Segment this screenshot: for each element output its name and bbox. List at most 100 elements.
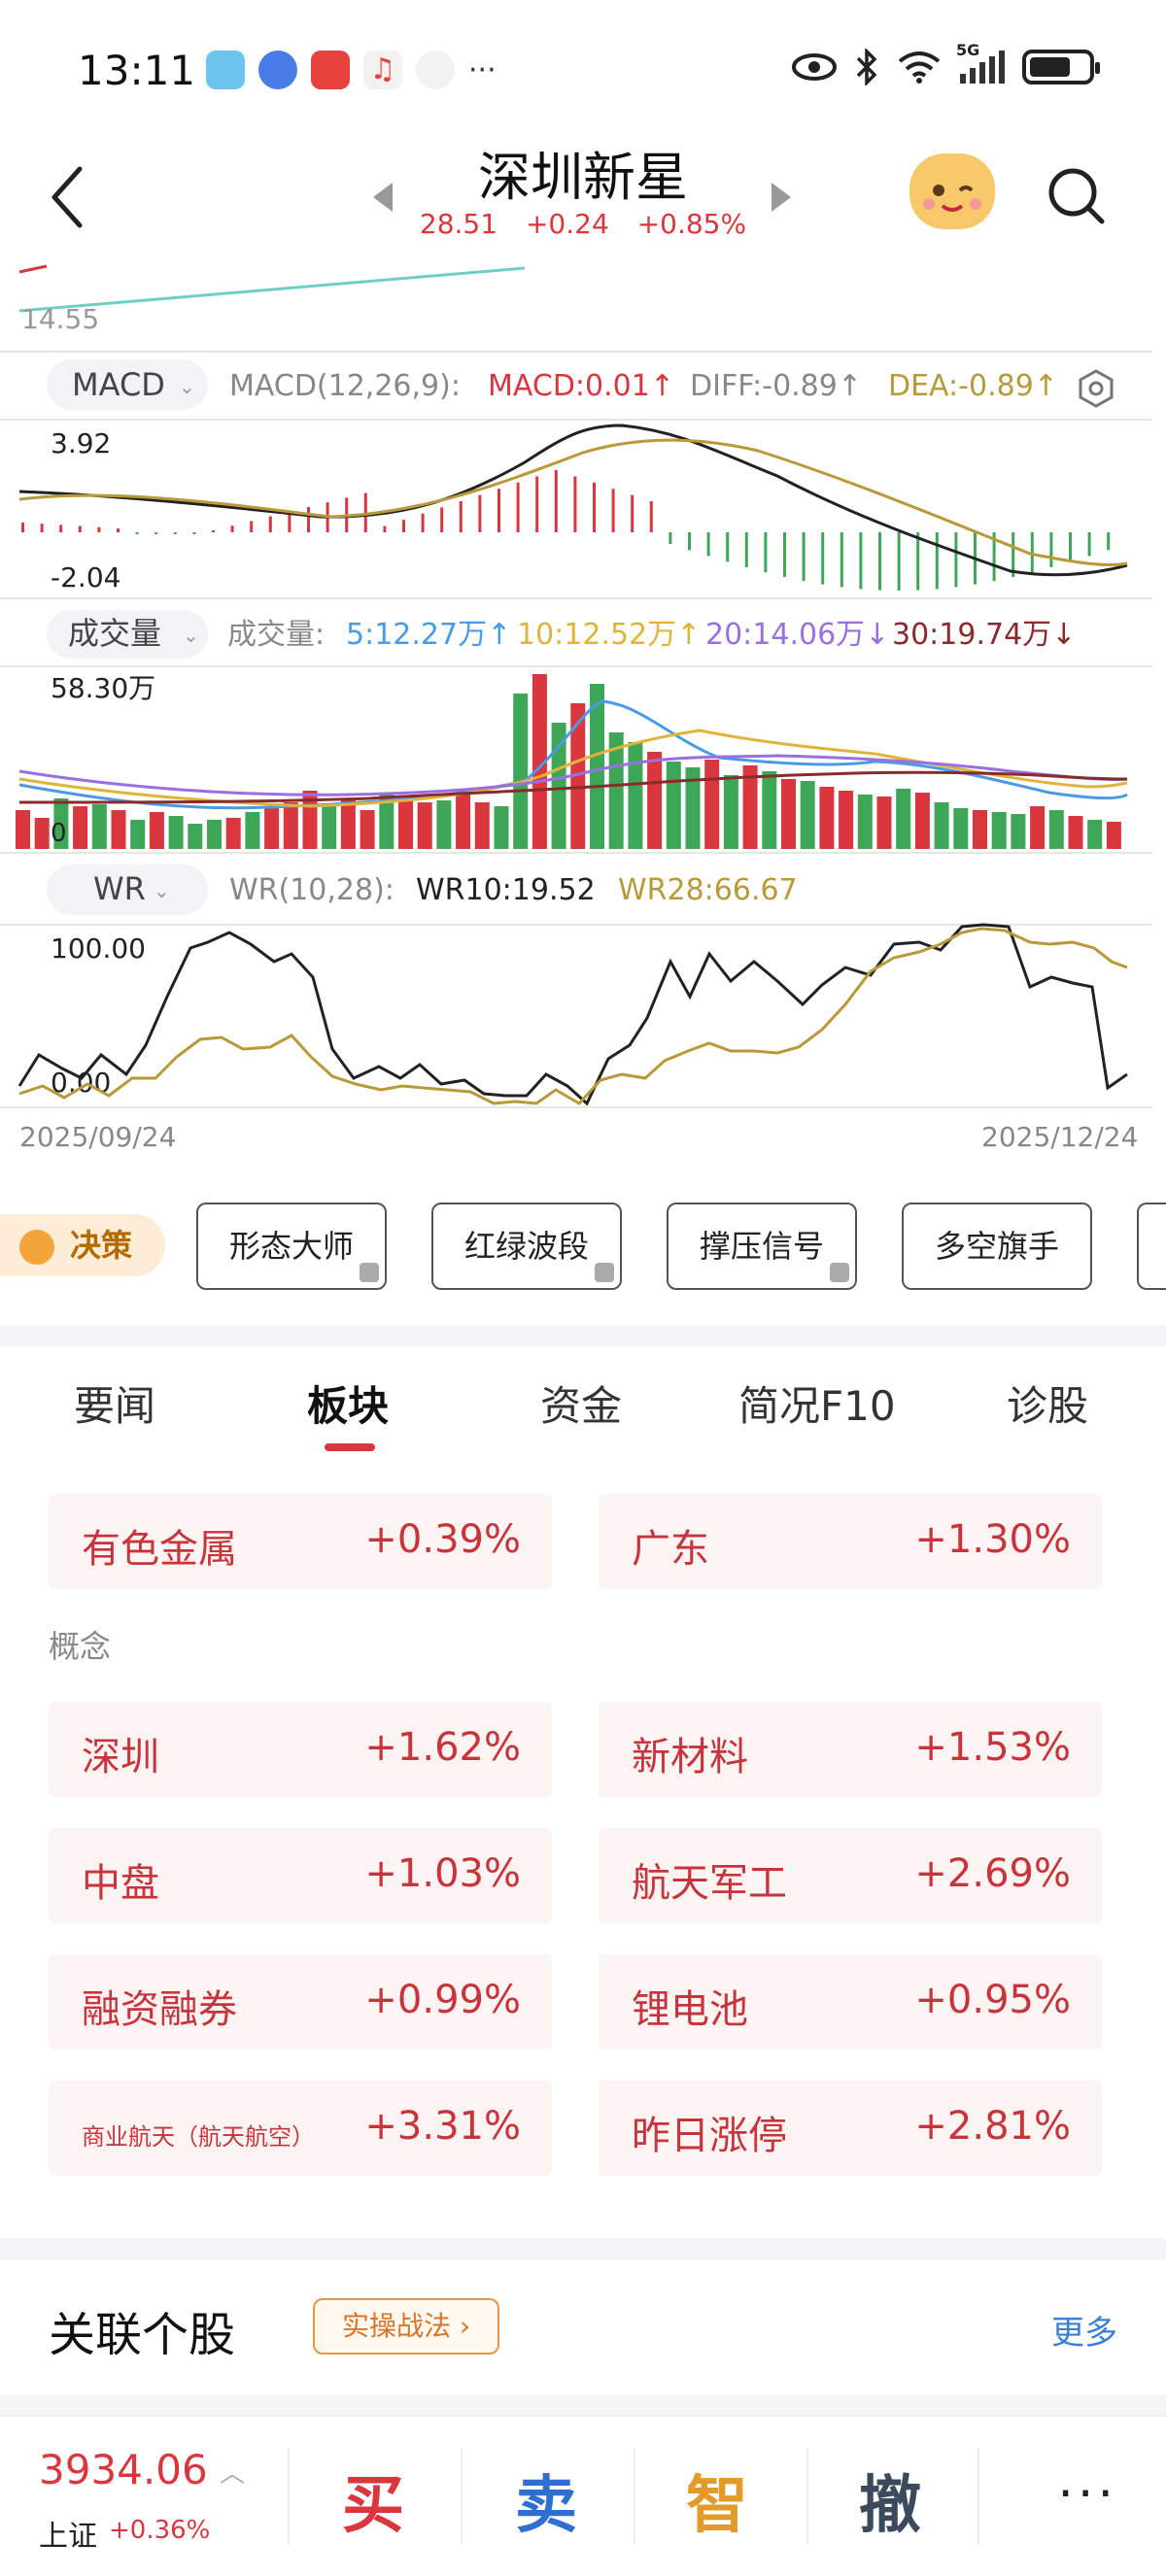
volume-bar (704, 760, 720, 849)
concept-change: +2.69% (914, 1851, 1071, 1896)
volume-bar (973, 810, 987, 849)
volume-bar (762, 771, 777, 849)
volume-ma10: 10:12.52万↑ (517, 618, 701, 652)
tab-sectors[interactable]: 板块 (307, 1373, 389, 1433)
volume-bar (1030, 806, 1046, 849)
strategy-button-overflow[interactable] (1137, 1203, 1166, 1290)
macd-bar (173, 532, 177, 534)
strategy-button-label: 红绿波段 (463, 1228, 589, 1265)
concept-card[interactable]: 商业航天（航天航空） +3.31% (49, 2081, 552, 2176)
volume-bar (839, 791, 854, 849)
wifi-icon (898, 51, 941, 84)
chevron-down-icon: ⌄ (179, 375, 195, 398)
concept-name: 中盘 (82, 1861, 159, 1906)
macd-bar (402, 520, 405, 532)
strategy-button-support-resistance[interactable]: 撑压信号 (667, 1203, 857, 1290)
concept-change: +0.99% (364, 1978, 521, 2022)
tab-funds[interactable]: 资金 (540, 1373, 622, 1433)
network-type: 5G (956, 41, 980, 59)
macd-value: MACD:0.01↑ (488, 369, 674, 403)
chevron-down-icon: ⌄ (183, 624, 199, 647)
macd-bar (897, 532, 901, 591)
section-divider (0, 1325, 1166, 1346)
active-tab-indicator (325, 1443, 375, 1451)
bluetooth-icon (856, 49, 877, 85)
sector-name: 有色金属 (82, 1527, 237, 1572)
macd-bar (1087, 532, 1091, 557)
volume-bar (857, 795, 873, 849)
cancel-order-button[interactable]: 撤 (859, 2456, 921, 2545)
volume-bar (628, 742, 643, 849)
settings-hexagon-icon[interactable] (1079, 369, 1114, 408)
buy-button[interactable]: 买 (342, 2456, 404, 2545)
volume-bar (1106, 822, 1121, 849)
macd-bar (706, 532, 710, 557)
concept-change: +1.62% (364, 1725, 521, 1770)
concept-card[interactable]: 中盘 +1.03% (49, 1828, 552, 1923)
status-time: 13:11 (78, 47, 196, 94)
price-low-label: 14.55 (21, 303, 99, 335)
app-notification-icon (206, 51, 245, 89)
concept-card[interactable]: 航天军工 +2.69% (599, 1828, 1102, 1923)
concept-card[interactable]: 深圳 +1.62% (49, 1702, 552, 1797)
macd-bar (117, 528, 120, 532)
sector-card[interactable]: 有色金属 +0.39% (49, 1494, 552, 1589)
concept-card[interactable]: 融资融券 +0.99% (49, 1954, 552, 2050)
more-link[interactable]: 更多 (1051, 2306, 1117, 2354)
strategy-button-pattern-master[interactable]: 形态大师 (196, 1203, 387, 1290)
more-icon[interactable]: ··· (1057, 2465, 1117, 2524)
macd-bar (611, 489, 615, 532)
tab-diagnosis[interactable]: 诊股 (1007, 1373, 1088, 1433)
section-divider (0, 2395, 1166, 2415)
mascot-avatar-icon[interactable] (909, 153, 995, 229)
macd-histogram (21, 470, 1111, 591)
macd-ymax: 3.92 (51, 427, 111, 459)
concept-card[interactable]: 锂电池 +0.95% (599, 1954, 1102, 2050)
index-change: +0.36% (109, 2516, 211, 2545)
macd-bar (250, 521, 254, 532)
search-icon[interactable] (1046, 165, 1108, 227)
concept-name: 昨日涨停 (632, 2114, 787, 2158)
macd-bar (631, 494, 634, 532)
strategy-button-long-short[interactable]: 多空旗手 (902, 1203, 1092, 1290)
macd-bar (135, 532, 139, 534)
strategy-button-label: 撑压信号 (699, 1228, 824, 1265)
concept-card[interactable]: 新材料 +1.53% (599, 1702, 1102, 1797)
volume-bar (934, 802, 949, 849)
index-value[interactable]: 3934.06 (39, 2446, 208, 2493)
chevron-up-icon[interactable]: ︿ (220, 2454, 245, 2490)
volume-bar (896, 789, 911, 849)
index-name: 上证 (39, 2520, 97, 2554)
sector-change: +0.39% (364, 1517, 521, 1562)
macd-bar (154, 532, 158, 534)
tab-f10[interactable]: 简况F10 (738, 1373, 896, 1433)
practice-tactics-button[interactable]: 实操战法 › (313, 2298, 499, 2355)
smart-button[interactable]: 智 (686, 2456, 748, 2545)
macd-bar (97, 526, 101, 532)
sector-card[interactable]: 广东 +1.30% (599, 1494, 1102, 1589)
concept-name: 航天军工 (632, 1861, 787, 1906)
tab-news[interactable]: 要闻 (74, 1373, 155, 1433)
concept-name: 新材料 (632, 1735, 748, 1779)
macd-bar (744, 532, 748, 567)
volume-bar (207, 820, 222, 849)
concept-card[interactable]: 昨日涨停 +2.81% (599, 2081, 1102, 2176)
sell-button[interactable]: 卖 (515, 2456, 577, 2545)
volume-bar (513, 694, 529, 849)
strategy-button-red-green[interactable]: 红绿波段 (431, 1203, 622, 1290)
kline-indicator-charts[interactable]: 14.55 MACD ⌄ MACD(12,26,9): MACD:0.01↑ D… (0, 262, 1166, 1166)
divider (806, 2448, 808, 2545)
macd-dea: DEA:-0.89↑ (888, 369, 1058, 403)
signal-icon: 5G (956, 41, 1005, 84)
macd-bar (726, 532, 730, 562)
volume-bar (876, 797, 892, 849)
more-notifications-icon: ··· (468, 52, 497, 87)
volume-bar (991, 812, 1007, 849)
concept-change: +1.53% (914, 1725, 1071, 1770)
volume-bar (647, 752, 663, 849)
wr-params: WR(10,28): (229, 873, 394, 907)
lock-icon (360, 1263, 379, 1282)
chevron-down-icon: ⌄ (154, 879, 170, 902)
strategy-button-label: 多空旗手 (934, 1228, 1059, 1265)
volume-bar (16, 810, 30, 849)
